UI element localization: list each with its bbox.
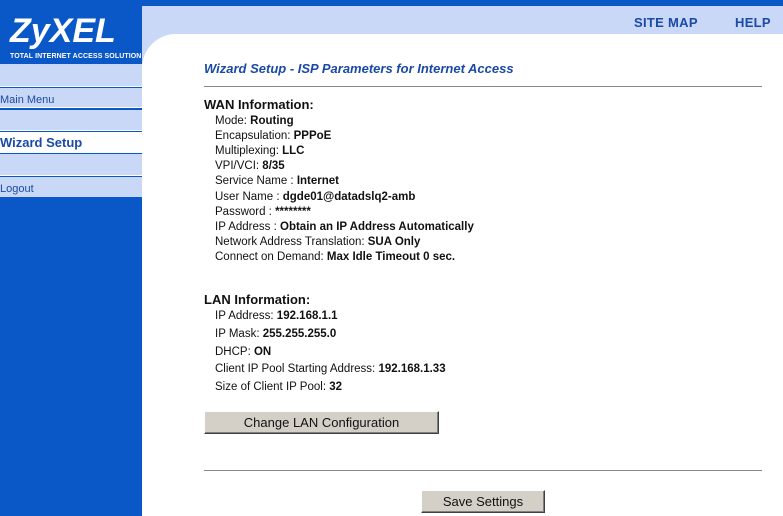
info-value: 255.255.255.0 xyxy=(262,327,337,340)
wan-info-row: VPI/VCI: 8/35 xyxy=(215,160,285,172)
sidebar-spacer xyxy=(0,154,142,176)
info-value: Max Idle Timeout 0 sec. xyxy=(326,250,456,263)
logo: ZyXEL TOTAL INTERNET ACCESS SOLUTION xyxy=(0,6,142,60)
sidebar-spacer xyxy=(0,64,142,87)
info-value: 192.168.1.1 xyxy=(276,310,338,322)
page-title: Wizard Setup - ISP Parameters for Intern… xyxy=(204,61,514,76)
logo-tagline: TOTAL INTERNET ACCESS SOLUTION xyxy=(10,53,142,60)
title-divider xyxy=(204,86,762,87)
info-value: SUA Only xyxy=(367,235,421,248)
wan-info-row: User Name : dgde01@datadslq2-amb xyxy=(215,191,415,203)
change-lan-configuration-button[interactable]: Change LAN Configuration xyxy=(204,411,439,434)
help-link[interactable]: HELP xyxy=(735,15,771,30)
info-label: Service Name : xyxy=(215,175,297,188)
wan-info-row: Connect on Demand: Max Idle Timeout 0 se… xyxy=(215,251,455,263)
info-value: 192.168.1.33 xyxy=(378,363,446,376)
sidebar-item-label: Wizard Setup xyxy=(0,135,83,150)
lan-info-row: Size of Client IP Pool: 32 xyxy=(215,381,342,393)
info-value: dgde01@datadslq2-amb xyxy=(282,190,416,203)
lan-info-row: DHCP: ON xyxy=(215,346,271,358)
info-label: Network Address Translation: xyxy=(215,235,368,248)
info-value: Obtain an IP Address Automatically xyxy=(280,220,474,233)
info-label: IP Address: xyxy=(215,310,277,322)
info-value: LLC xyxy=(282,145,305,158)
wan-info-row: Encapsulation: PPPoE xyxy=(215,130,331,142)
info-label: Size of Client IP Pool: xyxy=(215,381,330,394)
info-label: Password : xyxy=(215,205,276,218)
wan-info-row: Multiplexing: LLC xyxy=(215,145,304,157)
wan-info-row: Network Address Translation: SUA Only xyxy=(215,236,420,248)
lan-heading: LAN Information: xyxy=(204,292,311,307)
wan-info-row: Password : ******** xyxy=(215,206,311,218)
info-label: Mode: xyxy=(215,115,251,127)
lan-info-row: IP Address: 192.168.1.1 xyxy=(215,310,338,322)
info-value: 8/35 xyxy=(262,160,285,173)
info-value: PPPoE xyxy=(293,130,332,143)
sidebar-item-wizard-setup[interactable]: Wizard Setup xyxy=(0,132,142,153)
info-value: ******** xyxy=(275,205,311,218)
info-value: 32 xyxy=(329,381,343,394)
sidebar-item-main-menu[interactable]: Main Menu xyxy=(0,88,142,108)
sidebar-item-label: Logout xyxy=(0,183,34,195)
wan-info-row: IP Address : Obtain an IP Address Automa… xyxy=(215,221,474,233)
wan-info-row: Service Name : Internet xyxy=(215,175,339,187)
save-settings-button[interactable]: Save Settings xyxy=(421,490,545,513)
sidebar-item-logout[interactable]: Logout xyxy=(0,177,142,197)
lan-info-row: Client IP Pool Starting Address: 192.168… xyxy=(215,363,446,375)
info-label: VPI/VCI: xyxy=(215,160,263,173)
sidebar-item-label: Main Menu xyxy=(0,94,55,106)
info-label: Multiplexing: xyxy=(215,145,283,158)
sidebar-spacer xyxy=(0,110,142,131)
info-label: Client IP Pool Starting Address: xyxy=(215,363,379,376)
site-map-link[interactable]: SITE MAP xyxy=(634,15,698,30)
info-label: Encapsulation: xyxy=(215,130,294,143)
wan-info-row: Mode: Routing xyxy=(215,115,294,127)
info-label: Connect on Demand: xyxy=(215,250,327,263)
info-label: User Name : xyxy=(215,190,283,203)
info-label: DHCP: xyxy=(215,345,254,358)
logo-wordmark: ZyXEL xyxy=(10,12,116,50)
info-value: ON xyxy=(253,345,272,358)
wan-heading: WAN Information: xyxy=(204,97,314,112)
info-value: Routing xyxy=(250,115,294,127)
info-label: IP Address : xyxy=(215,220,280,233)
info-value: Internet xyxy=(296,175,339,188)
info-label: IP Mask: xyxy=(215,327,263,340)
lan-info-row: IP Mask: 255.255.255.0 xyxy=(215,328,336,340)
bottom-divider xyxy=(204,470,762,471)
